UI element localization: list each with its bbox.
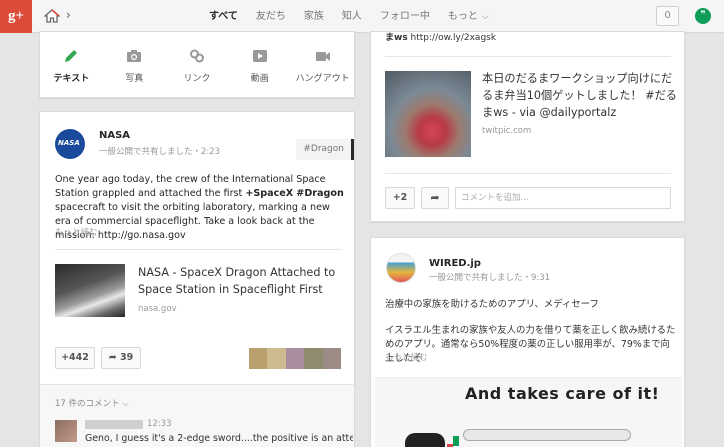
plus-one-button[interactable]: +2 xyxy=(385,187,415,209)
hangouts-icon[interactable]: ❞ xyxy=(695,8,711,24)
share-text-label: テキスト xyxy=(53,74,90,84)
comment-count-toggle[interactable]: 17 件のコメント ⌵ xyxy=(55,397,129,409)
link-title[interactable]: 本日のだるまワークショップ向けにだるま弁当10個ゲットしました！ #だるまws … xyxy=(482,70,677,121)
image-dark-shape xyxy=(405,433,445,447)
daruma-post-card: まws http://ow.ly/2xagsk 本日のだるまワークショップ向けに… xyxy=(370,31,685,222)
video-play-icon xyxy=(252,50,267,62)
reshare-arrow-icon: ➦ xyxy=(430,191,440,204)
plusoners-avatars[interactable] xyxy=(249,348,342,369)
comments-section: 17 件のコメント ⌵ 12:33 Geno, I guess it's a 2… xyxy=(40,384,354,447)
image-green-mark xyxy=(453,436,459,446)
video-camera-icon xyxy=(315,52,330,61)
image-bar-graphic xyxy=(463,429,631,441)
notification-count[interactable]: 0 xyxy=(656,6,679,26)
hashtag-dragon-inline[interactable]: #Dragon xyxy=(296,188,344,199)
tab-family[interactable]: 家族 xyxy=(295,0,333,33)
reshare-button[interactable]: ➦ xyxy=(421,187,449,209)
breadcrumb-chevron-icon[interactable]: › xyxy=(66,8,71,22)
share-link-label: リンク xyxy=(183,74,211,84)
reshare-count: 39 xyxy=(120,352,134,363)
post-headline: 治療中の家族を助けるためのアプリ、メディセーフ xyxy=(385,299,599,310)
post-author[interactable]: NASA xyxy=(99,130,130,141)
comment-time: 12:33 xyxy=(147,419,172,429)
chevron-down-icon: ⌵ xyxy=(122,399,129,409)
share-hangout-label: ハングアウト xyxy=(295,74,350,84)
tab-acquaintances[interactable]: 知人 xyxy=(333,0,371,33)
post-url-link[interactable]: http://ow.ly/2xagsk xyxy=(411,33,497,43)
tab-all[interactable]: すべて xyxy=(200,0,247,33)
tab-following[interactable]: フォロー中 xyxy=(371,0,439,33)
tab-friends[interactable]: 友だち xyxy=(247,0,295,33)
link-domain: twitpic.com xyxy=(482,126,532,136)
plusoner-avatar[interactable] xyxy=(249,348,268,369)
nasa-post-card: NASA 一般公開で共有しました・2:23 #Dragon One year a… xyxy=(39,111,355,447)
stream-filter-nav: すべて 友だち 家族 知人 フォロー中 もっと ⌵ xyxy=(200,0,498,33)
link-thumbnail[interactable] xyxy=(55,264,125,317)
camera-icon xyxy=(127,50,142,62)
share-video-tab[interactable]: 動画 xyxy=(228,32,291,99)
share-video-label: 動画 xyxy=(250,74,269,84)
plusoner-avatar[interactable] xyxy=(285,348,305,369)
read-more-link[interactable]: もっと読む xyxy=(55,226,98,238)
divider xyxy=(55,249,341,250)
wired-post-card: WIRED.jp 一般公開で共有しました・9:31 治療中の家族を助けるためのア… xyxy=(370,237,685,447)
post-author[interactable]: WIRED.jp xyxy=(429,258,481,269)
link-title[interactable]: NASA - SpaceX Dragon Attached to Space S… xyxy=(138,264,343,298)
top-bar: g+ › すべて 友だち 家族 知人 フォロー中 もっと ⌵ 0 ❞ xyxy=(0,0,724,33)
share-text-tab[interactable]: テキスト xyxy=(40,32,103,99)
share-photo-label: 写真 xyxy=(125,74,144,84)
tab-more[interactable]: もっと ⌵ xyxy=(439,0,498,33)
share-photo-tab[interactable]: 写真 xyxy=(103,32,166,99)
commenter-avatar[interactable] xyxy=(55,420,77,442)
post-meta: 一般公開で共有しました・2:23 xyxy=(99,147,221,157)
link-domain: nasa.gov xyxy=(138,304,177,314)
plusoner-avatar[interactable] xyxy=(322,348,342,369)
comment-text: Geno, I guess it's a 2-edge sword....the… xyxy=(85,433,353,444)
share-link-tab[interactable]: リンク xyxy=(166,32,229,99)
post-image-caption: And takes care of it! xyxy=(465,384,660,403)
divider xyxy=(385,173,671,174)
post-meta: 一般公開で共有しました・9:31 xyxy=(429,273,551,283)
share-hangout-tab[interactable]: ハングアウト xyxy=(291,32,354,99)
link-thumbnail[interactable] xyxy=(385,71,471,157)
post-body: One year ago today, the crew of the Inte… xyxy=(55,173,345,243)
read-more-link[interactable]: もっと読む xyxy=(385,351,428,363)
share-box: テキスト 写真 リンク 動画 ハングアウト xyxy=(39,31,355,98)
pencil-icon xyxy=(65,50,78,62)
post-text-fragment: まws xyxy=(385,33,408,43)
post-url-line: まws http://ow.ly/2xagsk xyxy=(385,30,496,43)
wired-avatar[interactable] xyxy=(386,253,416,283)
gplus-logo[interactable]: g+ xyxy=(0,0,32,33)
plusoner-avatar[interactable] xyxy=(304,348,323,369)
plusoner-avatar[interactable] xyxy=(267,348,286,369)
divider xyxy=(385,56,671,57)
post-body: イスラエル生まれの家族や友人の力を借りて薬を正しく飲み続けるためのアプリ。通常な… xyxy=(385,325,676,364)
mention-spacex[interactable]: +SpaceX xyxy=(245,188,293,199)
post-image[interactable]: And takes care of it! xyxy=(375,377,682,447)
comment-input[interactable]: コメントを追加... xyxy=(455,187,671,209)
link-icon xyxy=(189,49,204,63)
plus-one-button[interactable]: +442 xyxy=(55,347,95,369)
home-icon[interactable] xyxy=(44,9,60,23)
nasa-avatar[interactable] xyxy=(55,129,85,159)
tab-more-label: もっと xyxy=(447,11,478,22)
commenter-name-redacted[interactable] xyxy=(85,420,143,429)
comment-count-label: 17 件のコメント xyxy=(55,399,120,409)
reshare-button[interactable]: ➦ 39 xyxy=(101,347,141,369)
reshare-arrow-icon: ➦ xyxy=(108,352,117,363)
hashtag-dragon[interactable]: #Dragon xyxy=(296,139,354,160)
